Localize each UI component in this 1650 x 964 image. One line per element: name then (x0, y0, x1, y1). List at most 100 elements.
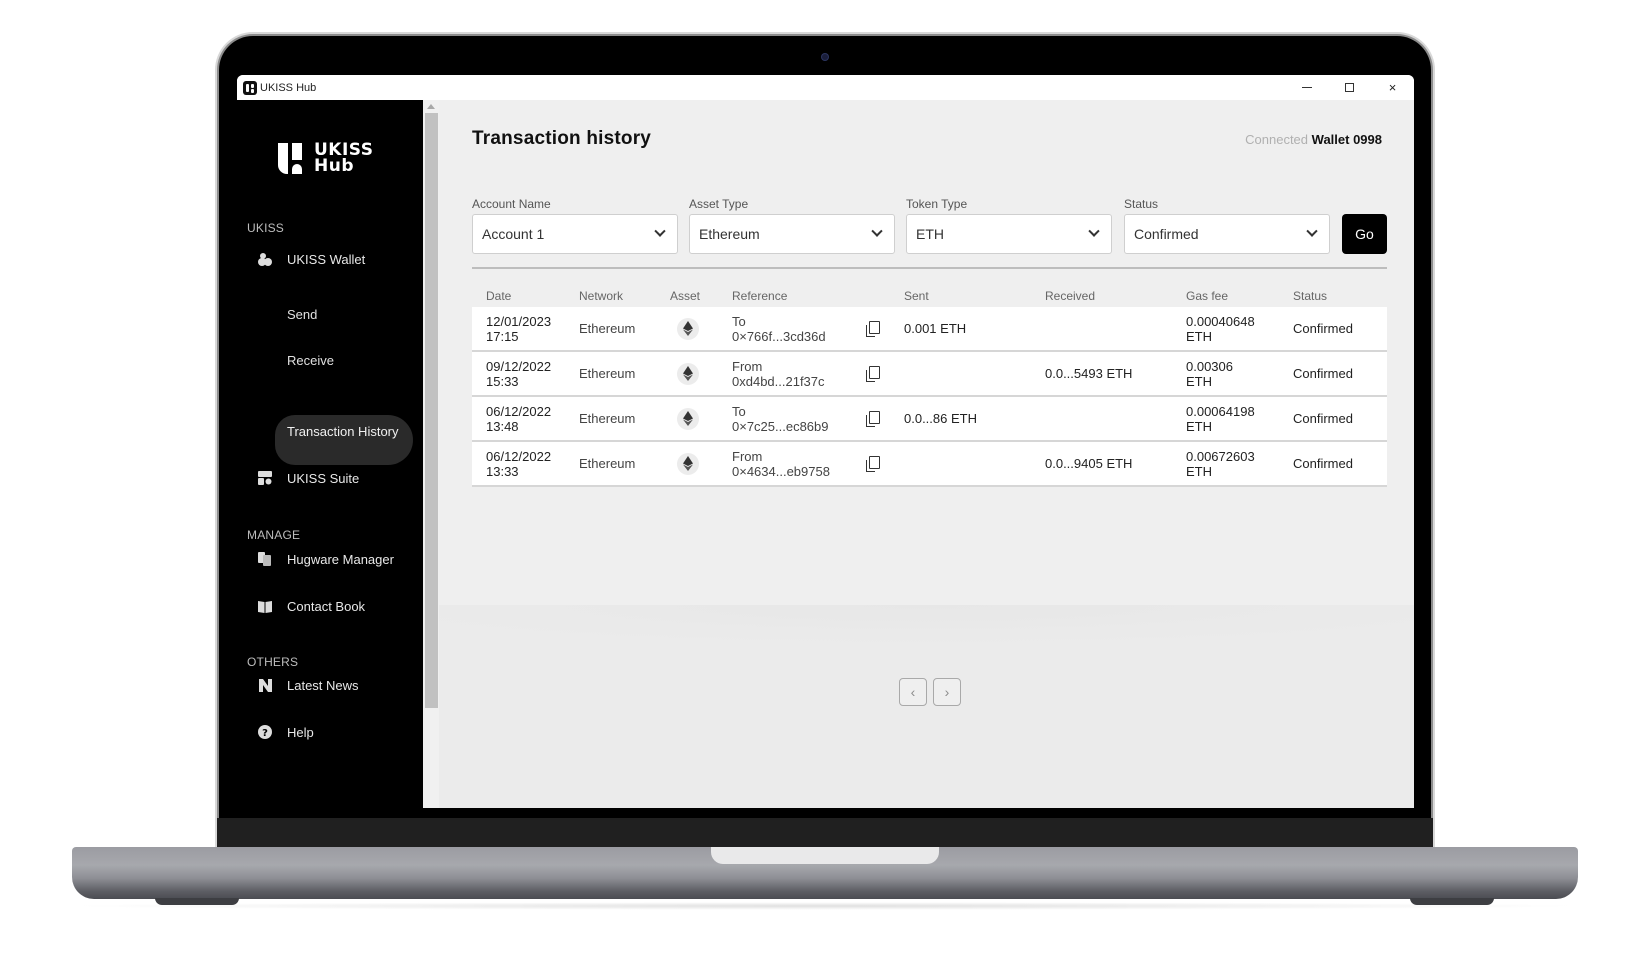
news-icon (257, 678, 273, 692)
next-page-button[interactable]: › (933, 678, 961, 706)
laptop-shadow (60, 902, 1590, 910)
sidebar-item-latest-news[interactable]: Latest News (237, 670, 423, 700)
copy-icon[interactable] (866, 455, 880, 472)
cell-gas-fee: 0.00306 ETH (1186, 359, 1293, 389)
cell-date: 09/12/2022 15:33 (472, 359, 579, 389)
time: 13:48 (486, 418, 519, 434)
sidebar-item-ukiss-suite[interactable]: UKISS Suite (237, 463, 423, 493)
scroll-up-icon[interactable] (427, 104, 435, 109)
minimize-icon (1301, 87, 1312, 88)
chevron-left-icon: ‹ (910, 684, 916, 700)
minimize-button[interactable] (1285, 75, 1328, 100)
cell-gas-fee: 0.00064198 ETH (1186, 404, 1293, 434)
account-name-filter: Account Name Account 1 (472, 197, 678, 254)
chevron-right-icon: › (944, 684, 950, 700)
sidebar-item-contact-book[interactable]: Contact Book (237, 591, 423, 621)
sidebar-item-label: Help (287, 724, 314, 740)
divider (472, 267, 1387, 269)
sidebar-scrollbar[interactable] (423, 100, 439, 808)
select-value: Ethereum (699, 226, 760, 242)
table-body: 12/01/2023 17:15 Ethereum To 0×766f...3cd36d… (472, 307, 1387, 487)
cell-gas-fee: 0.00040648 ETH (1186, 314, 1293, 344)
sidebar: UKISS Hub UKISS UKISS Wallet Send Receiv… (237, 100, 423, 808)
sidebar-item-send[interactable]: Send (287, 307, 317, 322)
date: 06/12/2022 (486, 448, 552, 464)
direction: To (732, 313, 746, 329)
header-date: Date (486, 288, 512, 303)
sidebar-item-label: Contact Book (287, 598, 366, 614)
header-status: Status (1293, 289, 1328, 303)
copy-icon[interactable] (866, 410, 880, 427)
sidebar-item-hugware-manager[interactable]: Hugware Manager (237, 544, 423, 574)
chevron-down-icon (1088, 225, 1100, 237)
reference-text: To 0×7c25...ec86b9 (732, 404, 862, 434)
suite-icon (257, 471, 273, 485)
cell-reference: To 0×7c25...ec86b9 (732, 404, 904, 434)
account-name-select[interactable]: Account 1 (472, 214, 678, 254)
copy-icon[interactable] (866, 365, 880, 382)
asset-type-select[interactable]: Ethereum (689, 214, 895, 254)
transaction-table: Date Network Asset Reference Sent Receiv… (472, 285, 1387, 487)
status-select[interactable]: Confirmed (1124, 214, 1330, 254)
reference-text: From 0xd4bd...21f37c (732, 359, 862, 389)
table-row[interactable]: 06/12/2022 13:33 Ethereum From 0×4634...eb97… (472, 442, 1387, 487)
cell-network: Ethereum (579, 411, 636, 426)
previous-page-button[interactable]: ‹ (899, 678, 927, 706)
app-window: UKISS Hub × UKISS Hub UKISS UKISS Wallet… (237, 75, 1414, 808)
time: 13:33 (486, 463, 519, 479)
cell-asset (670, 452, 732, 475)
cell-reference: To 0×766f...3cd36d (732, 314, 904, 344)
maximize-icon (1345, 83, 1354, 92)
cell-received: 0.0...9405 ETH (1045, 456, 1133, 471)
section-label-others: OTHERS (247, 655, 299, 669)
window-title: UKISS Hub (260, 81, 317, 94)
sidebar-item-transaction-history[interactable]: Transaction History (275, 415, 413, 465)
sidebar-item-receive[interactable]: Receive (287, 353, 334, 368)
ethereum-icon (677, 362, 699, 385)
go-button[interactable]: Go (1342, 214, 1387, 254)
cell-asset (670, 317, 732, 340)
gas-unit: ETH (1186, 463, 1212, 479)
camera-icon (822, 54, 828, 60)
sidebar-item-label: UKISS Wallet (287, 251, 366, 267)
table-row[interactable]: 09/12/2022 15:33 Ethereum From 0xd4bd...21f3… (472, 352, 1387, 397)
select-value: Confirmed (1134, 226, 1199, 242)
sidebar-item-ukiss-wallet[interactable]: UKISS Wallet (237, 244, 423, 274)
ukiss-hub-logo: UKISS Hub (278, 140, 374, 176)
gas-amount: 0.00040648 (1186, 313, 1255, 329)
sidebar-item-help[interactable]: ? Help (237, 717, 423, 747)
laptop-notch (711, 847, 939, 864)
table-row[interactable]: 12/01/2023 17:15 Ethereum To 0×766f...3cd36d… (472, 307, 1387, 352)
scrollbar-thumb[interactable] (425, 113, 438, 708)
date: 06/12/2022 (486, 403, 552, 419)
maximize-button[interactable] (1328, 75, 1371, 100)
cell-sent: 0.001 ETH (904, 321, 967, 336)
close-icon: × (1388, 80, 1397, 95)
ethereum-icon (677, 452, 699, 475)
laptop-chin (217, 818, 1433, 848)
chevron-down-icon (871, 225, 883, 237)
reference-text: From 0×4634...eb9758 (732, 449, 862, 479)
token-type-select[interactable]: ETH (906, 214, 1112, 254)
address: 0×7c25...ec86b9 (732, 418, 829, 434)
token-type-filter: Token Type ETH (906, 197, 1112, 254)
main-content: Transaction history Connected Wallet 099… (439, 100, 1414, 808)
cell-status: Confirmed (1293, 456, 1353, 471)
close-button[interactable]: × (1371, 75, 1414, 100)
select-value: ETH (916, 226, 944, 242)
cell-date: 12/01/2023 17:15 (472, 314, 579, 344)
date: 09/12/2022 (486, 358, 552, 374)
cell-network: Ethereum (579, 366, 636, 381)
logo-text: UKISS Hub (314, 140, 374, 176)
table-row[interactable]: 06/12/2022 13:48 Ethereum To 0×7c25...ec86b9… (472, 397, 1387, 442)
asset-type-filter: Asset Type Ethereum (689, 197, 895, 254)
time: 17:15 (486, 328, 519, 344)
cell-reference: From 0xd4bd...21f37c (732, 359, 904, 389)
chevron-down-icon (1306, 225, 1318, 237)
direction: From (732, 448, 763, 464)
wallet-icon (257, 252, 273, 266)
copy-icon[interactable] (866, 320, 880, 337)
sidebar-item-label: UKISS Suite (287, 470, 360, 486)
sidebar-item-label: Latest News (287, 677, 359, 693)
cell-asset (670, 362, 732, 385)
